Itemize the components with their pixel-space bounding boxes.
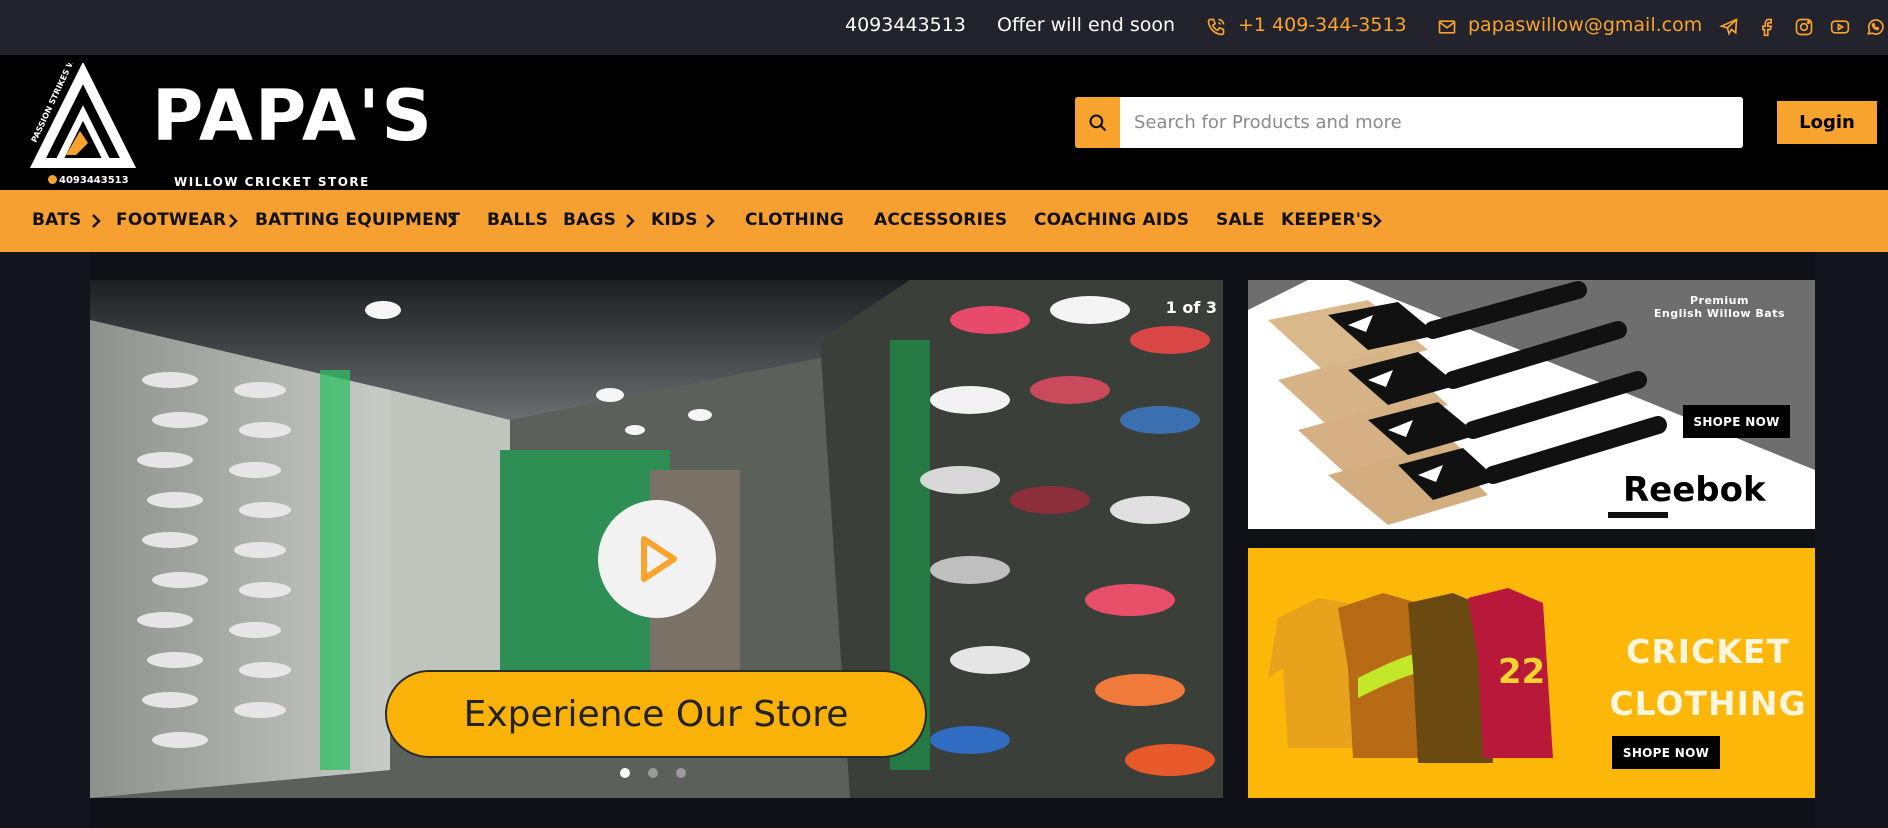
logo-wordmark: PAPA'S bbox=[152, 75, 434, 157]
shop-now-clothing-button[interactable]: SHOPE NOW bbox=[1612, 736, 1720, 769]
offer-text: Offer will end soon bbox=[997, 14, 1176, 36]
store-logo[interactable]: PASSION STRIKES WILLOW PAPA'S 4093443513… bbox=[28, 63, 432, 189]
shop-now-bats-button[interactable]: SHOPE NOW bbox=[1683, 405, 1790, 438]
search-input[interactable] bbox=[1120, 97, 1743, 148]
svg-text:22: 22 bbox=[1498, 652, 1545, 692]
search-bar bbox=[1075, 97, 1743, 148]
cricket-clothing-heading: CRICKET CLOTHING bbox=[1609, 632, 1807, 723]
chevron-right-icon[interactable] bbox=[89, 212, 103, 230]
slider-dot-3[interactable] bbox=[676, 768, 686, 778]
nav-item-kids[interactable]: KIDS bbox=[651, 210, 698, 230]
chevron-right-icon[interactable] bbox=[445, 212, 459, 230]
phone-icon bbox=[1205, 16, 1227, 38]
premium-bats-banner[interactable]: Premium English Willow Bats SHOPE NOW Re… bbox=[1248, 280, 1815, 529]
slider-dot-1[interactable] bbox=[620, 768, 630, 778]
site-header: PASSION STRIKES WILLOW PAPA'S 4093443513… bbox=[0, 55, 1888, 190]
chevron-right-icon[interactable] bbox=[623, 212, 637, 230]
nav-item-accessories[interactable]: ACCESSORIES bbox=[874, 210, 1007, 230]
chevron-right-icon[interactable] bbox=[226, 212, 240, 230]
nav-item-sale[interactable]: SALE bbox=[1216, 210, 1265, 230]
logo-phone: 4093443513 bbox=[48, 175, 129, 186]
youtube-icon[interactable] bbox=[1829, 16, 1851, 38]
premium-heading: Premium English Willow Bats bbox=[1653, 294, 1785, 320]
slide-counter: 1 of 3 bbox=[1165, 298, 1217, 317]
whatsapp-icon[interactable] bbox=[1864, 16, 1886, 38]
reebok-logo: Reebok bbox=[1623, 470, 1766, 510]
chevron-right-icon[interactable] bbox=[703, 212, 717, 230]
nav-item-bats[interactable]: BATS bbox=[32, 210, 81, 230]
search-button[interactable] bbox=[1075, 97, 1120, 148]
cricket-clothing-banner[interactable]: 22 CRICKET CLOTHING SHOPE NOW bbox=[1248, 548, 1815, 798]
slider-dot-2[interactable] bbox=[648, 768, 658, 778]
slider-dots bbox=[620, 768, 686, 778]
logo-mark-icon: PASSION STRIKES WILLOW bbox=[30, 63, 137, 168]
nav-item-batting-equipment[interactable]: BATTING EQUIPMENT bbox=[255, 210, 460, 230]
facebook-icon[interactable] bbox=[1756, 16, 1778, 38]
logo-tagline: WILLOW CRICKET STORE bbox=[174, 175, 370, 189]
phone-link[interactable]: +1 409-344-3513 bbox=[1238, 14, 1407, 36]
nav-item-clothing[interactable]: CLOTHING bbox=[745, 210, 844, 230]
play-icon bbox=[641, 536, 677, 582]
mail-icon bbox=[1436, 16, 1458, 38]
nav-item-keepers[interactable]: KEEPER'S bbox=[1281, 210, 1374, 230]
search-icon bbox=[1088, 113, 1106, 131]
nav-item-footwear[interactable]: FOOTWEAR bbox=[116, 210, 226, 230]
nav-item-bags[interactable]: BAGS bbox=[563, 210, 616, 230]
telegram-icon[interactable] bbox=[1718, 16, 1740, 38]
play-button[interactable] bbox=[598, 500, 716, 618]
hero-slider[interactable]: 1 of 3 Experience Our Store bbox=[90, 280, 1223, 798]
chevron-right-icon[interactable] bbox=[1370, 212, 1384, 230]
login-button[interactable]: Login bbox=[1777, 101, 1877, 144]
top-bar: 4093443513 Offer will end soon +1 409-34… bbox=[0, 0, 1888, 55]
experience-store-button[interactable]: Experience Our Store bbox=[385, 670, 927, 758]
jerseys-image: 22 bbox=[1268, 588, 1553, 763]
email-link[interactable]: papaswillow@gmail.com bbox=[1468, 14, 1702, 36]
nav-item-balls[interactable]: BALLS bbox=[487, 210, 548, 230]
topbar-phone-text: 4093443513 bbox=[845, 14, 966, 36]
main-nav: BATS FOOTWEAR BATTING EQUIPMENT BALLS BA… bbox=[0, 190, 1888, 252]
nav-item-coaching-aids[interactable]: COACHING AIDS bbox=[1034, 210, 1189, 230]
instagram-icon[interactable] bbox=[1793, 16, 1815, 38]
